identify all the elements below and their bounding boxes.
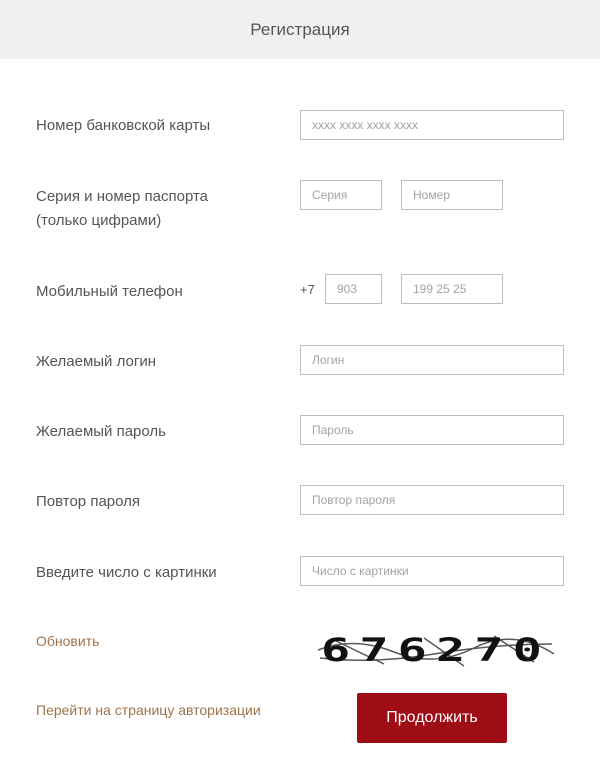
captcha-input[interactable] (300, 556, 564, 586)
passport-series-input[interactable] (300, 180, 382, 210)
passport-number-input[interactable] (401, 180, 503, 210)
phone-code-input[interactable] (325, 274, 382, 304)
login-input[interactable] (300, 345, 564, 375)
card-number-input[interactable] (300, 110, 564, 140)
passport-label-hint: (только цифрами) (36, 212, 162, 229)
password-repeat-input[interactable] (300, 485, 564, 515)
continue-button[interactable]: Продолжить (357, 693, 507, 743)
captcha-image: 676270 (317, 631, 555, 669)
captcha-image-text: 676270 (321, 631, 551, 669)
login-label: Желаемый логин (36, 353, 156, 370)
refresh-captcha-link[interactable]: Обновить (36, 633, 99, 649)
auth-page-link[interactable]: Перейти на страницу авторизации (36, 702, 261, 718)
password-repeat-label: Повтор пароля (36, 493, 141, 510)
password-label: Желаемый пароль (36, 423, 166, 440)
page-title: Регистрация (250, 19, 350, 39)
page-header: Регистрация (0, 0, 600, 59)
phone-label: Мобильный телефон (36, 283, 183, 300)
password-input[interactable] (300, 415, 564, 445)
passport-label: Серия и номер паспорта (36, 188, 209, 205)
phone-country-prefix: +7 (300, 282, 315, 297)
card-number-label: Номер банковской карты (36, 117, 211, 134)
captcha-label: Введите число с картинки (36, 564, 217, 581)
phone-number-input[interactable] (401, 274, 503, 304)
